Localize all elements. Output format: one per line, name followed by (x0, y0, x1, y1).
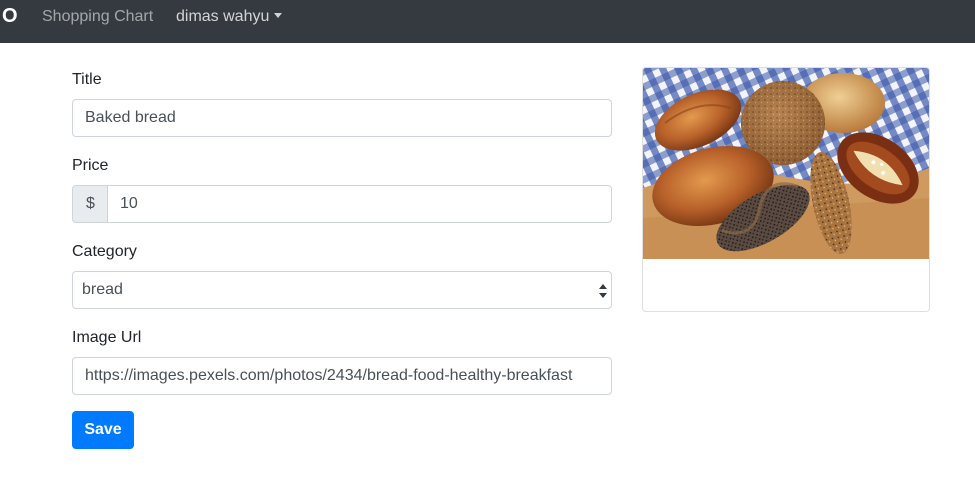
price-input[interactable]: 10 (107, 185, 612, 223)
image-url-label: Image Url (72, 329, 142, 346)
nav-link-shopping-chart[interactable]: Shopping Chart (42, 7, 153, 27)
select-arrows-icon (599, 284, 607, 298)
title-label: Title (72, 71, 102, 88)
price-label: Price (72, 157, 109, 174)
user-dropdown-label: dimas wahyu (176, 8, 270, 25)
top-navbar: O Shopping Chart dimas wahyu (0, 0, 975, 43)
caret-down-icon (274, 13, 283, 18)
bread-image (643, 68, 929, 259)
category-label: Category (72, 243, 137, 260)
currency-addon: $ (72, 185, 108, 223)
navbar-brand[interactable]: O (2, 4, 18, 28)
title-input[interactable]: Baked bread (72, 99, 612, 137)
user-dropdown[interactable]: dimas wahyu (176, 7, 283, 27)
category-selected-value: bread (82, 281, 123, 298)
category-select[interactable]: bread (72, 271, 612, 309)
image-url-input[interactable]: https://images.pexels.com/photos/2434/br… (72, 357, 612, 395)
image-preview-card (642, 67, 930, 312)
save-button[interactable]: Save (72, 411, 134, 449)
